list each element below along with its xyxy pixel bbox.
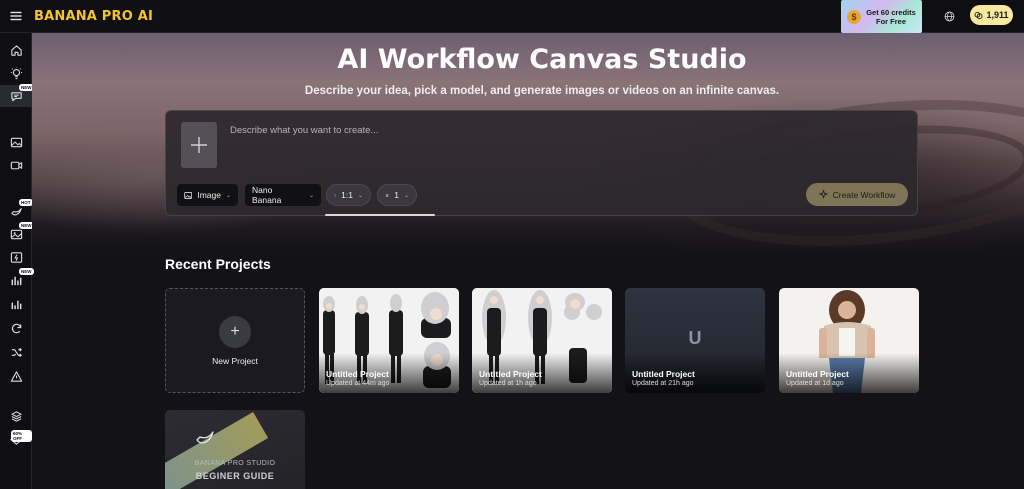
project-title: Untitled Project (326, 369, 389, 379)
project-title: Untitled Project (786, 369, 849, 379)
model-select[interactable]: Nano Banana ⌄ (245, 184, 321, 206)
beginner-guide-card[interactable]: BANANA PRO STUDIO BEGINER GUIDE (165, 410, 305, 489)
project-card[interactable]: Untitled Project Updated at 1d ago (779, 288, 919, 393)
sidebar: NEW HOT NEW NEW 60% OFF (0, 33, 34, 489)
sidebar-item-image[interactable] (0, 131, 32, 153)
coin-icon: $ (847, 9, 861, 24)
image-icon (10, 137, 22, 147)
chevron-down-icon: ⌄ (225, 192, 231, 199)
ratio-label: 1:1 (341, 190, 353, 200)
chevron-down-icon: ⌄ (308, 192, 314, 199)
project-card[interactable]: Untitled Project Updated at 44m ago (319, 288, 459, 393)
refresh-icon (11, 323, 21, 333)
plus-icon: + (219, 315, 251, 348)
banana-icon (10, 207, 22, 215)
count-select[interactable]: 1 ⌄ (377, 184, 417, 206)
project-updated-time: Updated at 21h ago (632, 380, 694, 387)
sidebar-item-video[interactable] (0, 154, 32, 176)
hot-badge: HOT (19, 199, 33, 206)
create-workflow-label: Create Workflow (832, 189, 896, 200)
project-title: Untitled Project (479, 369, 542, 379)
project-card[interactable]: U Untitled Project Updated at 21h ago (625, 288, 765, 393)
new-badge: NEW (19, 268, 34, 275)
menu-icon[interactable] (0, 0, 32, 33)
prompt-input[interactable] (230, 120, 890, 140)
guide-subtitle: BANANA PRO STUDIO (194, 460, 276, 467)
sidebar-item-banana[interactable]: HOT (0, 199, 33, 222)
sidebar-item-shuffle[interactable] (0, 341, 32, 363)
page-title: AI Workflow Canvas Studio (337, 44, 747, 75)
sidebar-item-layers[interactable] (0, 405, 32, 427)
project-placeholder-letter: U (688, 328, 702, 348)
chevron-down-icon: ⌄ (403, 192, 409, 199)
video-icon (10, 161, 22, 169)
chart-icon (11, 276, 21, 285)
sidebar-item-home[interactable] (0, 39, 32, 61)
type-label: Image (197, 190, 221, 200)
project-title: Untitled Project (632, 369, 695, 379)
image-edit-icon (10, 229, 22, 239)
guide-title: BEGINER GUIDE (195, 471, 275, 481)
layers-icon (10, 410, 22, 422)
shuffle-icon (11, 347, 22, 357)
project-updated-time: Updated at 44m ago (326, 380, 390, 387)
promo-text: Get 60 credits For Free (866, 7, 916, 26)
count-label: 1 (394, 190, 399, 200)
promo-banner[interactable]: $ Get 60 credits For Free (841, 0, 922, 33)
bar-chart-icon (11, 300, 21, 309)
triangle-icon (10, 370, 22, 382)
globe-icon[interactable] (941, 8, 957, 24)
image-icon (184, 191, 193, 199)
banana-logo-icon (196, 431, 214, 444)
brand-logo[interactable]: BANANA PRO AI (34, 9, 153, 24)
multiply-icon (385, 193, 389, 197)
sidebar-item-triangle[interactable] (0, 365, 32, 387)
scroll-indicator (325, 214, 435, 216)
sidebar-item-ideas[interactable] (0, 62, 32, 84)
lightbulb-icon (10, 66, 22, 79)
model-label: Nano Banana (252, 185, 282, 205)
type-select[interactable]: Image ⌄ (177, 184, 238, 206)
new-project-label: New Project (212, 355, 258, 366)
sidebar-item-chart[interactable]: NEW (0, 268, 34, 291)
credits-badge[interactable]: 1,911 (970, 5, 1013, 25)
sidebar-item-flash-image[interactable] (0, 246, 32, 268)
home-icon (10, 44, 22, 56)
chat-icon (10, 91, 22, 101)
coins-icon (975, 11, 983, 19)
plus-icon (191, 137, 207, 153)
sidebar-item-bar-chart[interactable] (0, 293, 32, 315)
page-subtitle: Describe your idea, pick a model, and ge… (304, 85, 780, 97)
credits-count: 1,911 (986, 10, 1009, 20)
create-workflow-button[interactable]: Create Workflow (806, 183, 908, 206)
aspect-ratio-icon (334, 194, 337, 196)
flash-image-icon (10, 251, 22, 263)
project-updated-time: Updated at 1h ago (479, 380, 537, 387)
sidebar-item-refresh[interactable] (0, 317, 32, 339)
recent-projects-title: Recent Projects (165, 256, 271, 272)
project-updated-time: Updated at 1d ago (786, 380, 844, 387)
sparkle-icon (818, 190, 828, 199)
sidebar-item-image-edit[interactable]: NEW (0, 222, 34, 245)
prompt-panel: Image ⌄ Nano Banana ⌄ 1:1 ⌄ 1 ⌄ Create W… (165, 110, 918, 216)
upload-image-button[interactable] (181, 122, 217, 168)
project-card[interactable]: Untitled Project Updated at 1h ago (472, 288, 612, 393)
aspect-ratio-select[interactable]: 1:1 ⌄ (326, 184, 371, 206)
new-project-card[interactable]: + New Project (165, 288, 305, 393)
discount-badge: 60% OFF (11, 430, 32, 442)
chevron-down-icon: ⌄ (357, 192, 363, 199)
sidebar-item-chat[interactable]: NEW (0, 84, 34, 107)
sidebar-item-diamond[interactable]: 60% OFF (0, 428, 32, 450)
